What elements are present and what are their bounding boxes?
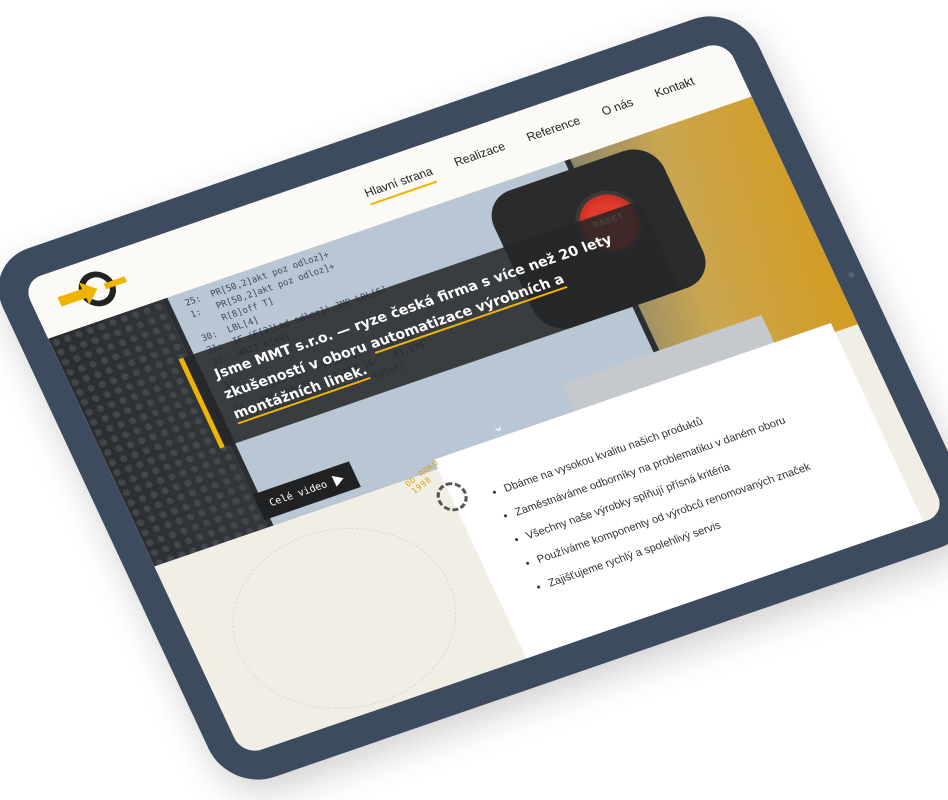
camera-dot bbox=[847, 271, 856, 279]
nav-item-o-nas[interactable]: O nás bbox=[599, 95, 638, 124]
tablet-screen: Hlavní strana Realizace Reference O nás … bbox=[21, 39, 947, 757]
play-icon bbox=[331, 472, 347, 487]
tablet-device: Hlavní strana Realizace Reference O nás … bbox=[0, 3, 948, 793]
nav-item-reference[interactable]: Reference bbox=[524, 113, 585, 149]
nav-item-hlavni-strana[interactable]: Hlavní strana bbox=[362, 164, 438, 206]
gear-icon bbox=[431, 478, 473, 516]
nav-item-kontakt[interactable]: Kontakt bbox=[652, 74, 699, 105]
nav-item-realizace[interactable]: Realizace bbox=[452, 139, 510, 174]
